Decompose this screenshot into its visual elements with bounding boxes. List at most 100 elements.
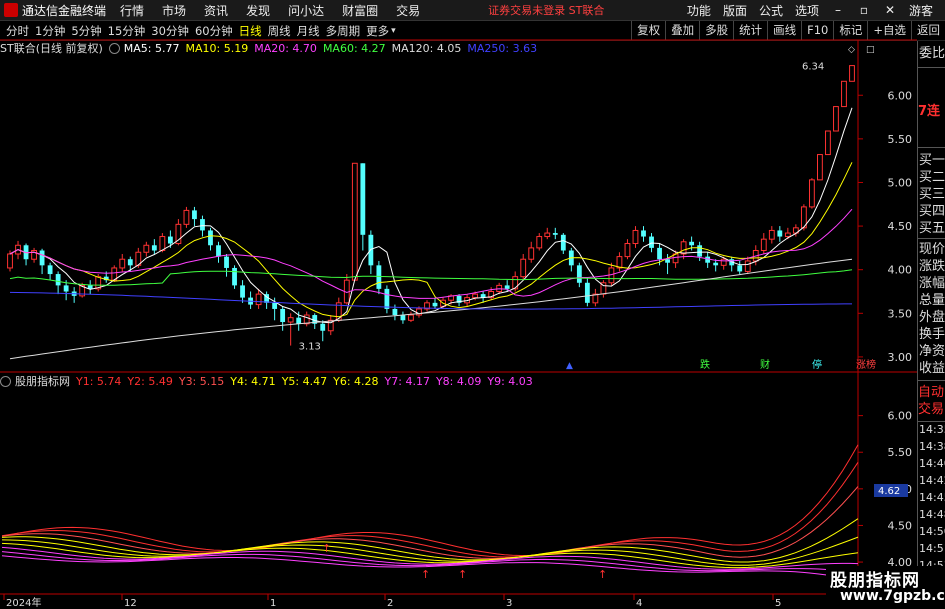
candle-body [777,230,783,237]
event-tag: 跌 [700,358,710,371]
candle-body [384,288,390,309]
quote-row: 外盘 [919,310,945,325]
y-tick-label: 4.50 [888,519,913,532]
ma10-line [9,162,853,318]
auto-tab[interactable]: 自动 [918,384,945,401]
candle-body [768,229,775,240]
buy-signal-arrow-icon: ↑ [322,542,331,555]
diamond-icon: ◇ [848,45,855,55]
y-tick-label: 3.00 [888,351,913,364]
candle-body [576,265,582,283]
y2-line [1,462,859,558]
quote-row: 收益 [919,361,945,376]
candle-body [167,236,173,244]
candle-body [528,247,535,260]
candle-body [127,259,133,266]
event-marker-icon: ▲ [566,361,573,371]
candle-body [697,245,703,257]
candle-body [689,241,695,246]
candle-body [784,232,791,238]
candle-body [400,315,406,321]
candle-body [200,219,205,231]
stock-chart[interactable]: 6.005.505.004.504.003.503.006.005.505.00… [0,0,945,609]
candle-body [143,244,150,253]
square-icon: □ [866,45,875,55]
event-tag: 财 [760,358,770,371]
candle-body [632,229,639,245]
candle-body [47,265,53,275]
watermark: 股朋指标网 www.7gpzb.com [826,566,945,609]
candle-body [744,260,751,272]
high-price-label: 6.34 [802,62,824,73]
watermark-url: www.7gpzb.com [840,588,945,604]
ma120-line [9,258,853,360]
buy-signal-arrow-icon: ↑ [598,568,607,581]
y1-line [1,444,859,556]
quote-row: 买三 [919,187,945,202]
candle-body [808,179,815,208]
candle-body [552,233,558,235]
candle-body [817,154,823,181]
candle-body [544,232,551,238]
tick-time: 14:51 [919,542,945,555]
candle-body [713,262,719,266]
candle-body [641,230,646,237]
candle-body [536,236,543,249]
y-tick-label: 6.00 [888,410,913,423]
quote-row: 买五 [919,221,945,236]
candle-body [472,293,479,299]
candle-body [825,130,831,156]
candle-body [296,317,302,324]
candle-body [584,282,590,303]
candle-body [63,285,69,292]
candle-body [216,245,221,257]
tick-time: 14:38 [919,440,945,453]
event-tag: 涨榜 [856,358,876,371]
candle-body [240,285,245,298]
x-tick-label: 1 [270,598,276,609]
candle-body [849,65,855,82]
candle-body [760,238,767,252]
current-value-label: 4.62 [878,486,900,497]
x-tick-label: 3 [506,598,512,609]
candle-body [159,236,166,252]
quote-row: 涨幅 [919,276,945,291]
y3-line [1,486,859,559]
candle-body [408,314,414,321]
quote-row: 买二 [919,170,945,185]
candle-body [151,245,157,251]
candle-body [560,234,566,251]
candle-body [392,308,398,316]
candle-body [360,163,366,235]
ma250-line [9,291,852,310]
y-tick-label: 5.00 [888,176,913,189]
tick-time: 14:45 [919,491,945,504]
candle-body [232,267,237,286]
candle-body [624,243,631,258]
candle-body [376,265,382,289]
candle-body [55,274,61,286]
y-tick-label: 5.50 [888,446,913,459]
candle-body [680,241,687,255]
y-tick-label: 6.00 [888,89,913,102]
candle-body [432,302,438,307]
buy-signal-arrow-icon: ↑ [458,568,467,581]
quote-row: 换手 [919,327,945,342]
x-tick-label: 4 [636,598,642,609]
candle-body [287,317,294,323]
candle-body [320,323,326,331]
candle-body [841,80,847,108]
event-tag: 停 [812,358,822,371]
candle-body [183,209,190,225]
candle-body [833,106,839,132]
x-tick-label: 12 [124,598,137,609]
candle-body [649,236,654,248]
candle-body [119,258,126,269]
candle-body [280,308,286,323]
quote-row: 买四 [919,204,945,219]
trade-tab[interactable]: 交易 [918,401,945,418]
y-tick-label: 4.50 [888,220,913,233]
x-tick-label: 5 [775,598,781,609]
tick-time: 14:40 [919,457,945,470]
candle-body [39,250,45,266]
